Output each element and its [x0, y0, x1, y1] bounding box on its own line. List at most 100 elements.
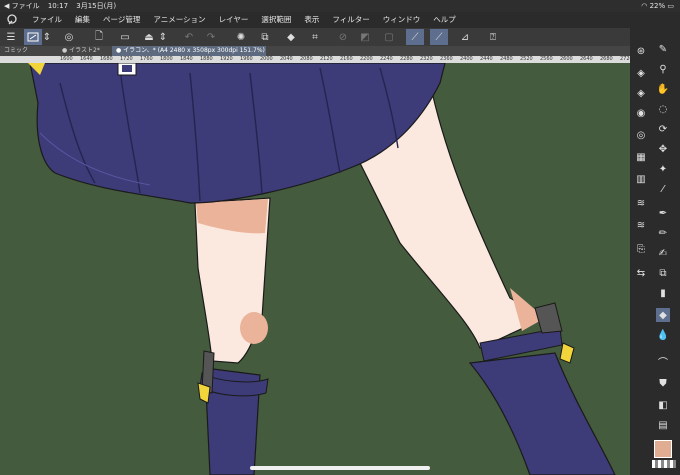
canvas-icon[interactable]	[24, 29, 42, 45]
gradient-icon[interactable]: ◧	[656, 398, 670, 412]
document-tab-bar: コミック ● イラスト2* ● イラコン、* (A4 2480 x 3508px…	[0, 46, 630, 56]
ruler-tick: 2680	[600, 56, 613, 62]
airbrush-icon[interactable]: ⧉	[656, 266, 670, 280]
ruler-tick: 2360	[440, 56, 453, 62]
navigator-icon[interactable]: ◉	[634, 106, 648, 120]
drawing-canvas[interactable]	[0, 63, 630, 475]
palette-icon[interactable]: ▦	[634, 150, 648, 164]
rotate-icon[interactable]: ⟳	[656, 122, 670, 136]
app-logo-icon[interactable]	[6, 14, 18, 26]
ruler-tick: 2200	[360, 56, 373, 62]
ruler-tick: 2000	[260, 56, 273, 62]
pen-quick-icon[interactable]: ✎	[656, 42, 670, 56]
crop-icon[interactable]: ⌗	[306, 29, 324, 45]
hand-icon[interactable]: ✋	[656, 82, 670, 96]
settings-icon[interactable]: ◎	[60, 29, 78, 45]
pencil-icon[interactable]: ✏	[656, 226, 670, 240]
copy-icon[interactable]: ⧉	[256, 29, 274, 45]
magic-wand-icon[interactable]: ✦	[656, 162, 670, 176]
ruler-tick: 2720	[620, 56, 630, 62]
back-to-files-link[interactable]: ◀ ファイル	[4, 2, 40, 10]
history-icon[interactable]: ⎘	[634, 242, 648, 256]
ruler-tick: 2480	[500, 56, 513, 62]
transparent-color-swatch[interactable]	[652, 460, 676, 468]
menu-file[interactable]: ファイル	[32, 12, 62, 28]
command-bar: ☰ ⇕ ◎ 🗋 ▭ ⏏ ⇕ ↶ ↷ ✺ ⧉ ◆ ⌗ ⊘ ◩ ▢ ⟋ ⟋ ⊿ ⍰	[0, 28, 630, 46]
new-file-icon[interactable]: 🗋	[90, 29, 108, 45]
bucket-icon[interactable]: ⛊	[656, 376, 670, 390]
battery-icon: ▭	[667, 2, 674, 10]
ruler-tick: 1640	[80, 56, 93, 62]
eraser-icon[interactable]: ▮	[656, 286, 670, 300]
menu-view[interactable]: 表示	[304, 12, 319, 28]
ruler-tick: 2400	[460, 56, 473, 62]
layer-clip-icon[interactable]: ◈	[634, 66, 648, 80]
menu-layer[interactable]: レイヤー	[219, 12, 249, 28]
move-icon[interactable]: ✥	[656, 142, 670, 156]
ruler-tick: 1800	[160, 56, 173, 62]
fill-icon[interactable]: ◆	[282, 29, 300, 45]
menu-animation[interactable]: アニメーション	[153, 12, 205, 28]
menu-page[interactable]: ページ管理	[103, 12, 140, 28]
search-icon[interactable]: ⚲	[656, 62, 670, 76]
ruler-tick: 1960	[240, 56, 253, 62]
undo-icon[interactable]: ↶	[180, 29, 198, 45]
ruler-tick: 2520	[520, 56, 533, 62]
tab-label: ● イラスト2*	[62, 47, 100, 54]
deselect-icon[interactable]: ⊘	[334, 29, 352, 45]
eyedropper-icon[interactable]: ⁄	[656, 182, 670, 196]
ruler-icon[interactable]: ⊿	[456, 29, 474, 45]
tab-comic[interactable]: コミック	[0, 46, 58, 56]
select-icon[interactable]: ▢	[380, 29, 398, 45]
layer-icon[interactable]: ◈	[634, 86, 648, 100]
brush-icon[interactable]: ✍	[656, 246, 670, 260]
pen-toggle-active-icon[interactable]: ⟋	[430, 29, 448, 45]
frame-icon[interactable]: ▤	[656, 418, 670, 432]
eraser-active-icon[interactable]: ◆	[656, 308, 670, 322]
ruler-tick: 2320	[420, 56, 433, 62]
save-icon[interactable]: ⏏	[140, 29, 158, 45]
pen-icon[interactable]: ✒	[656, 206, 670, 220]
wifi-icon: ◠	[641, 2, 648, 10]
ruler-tick: 1720	[120, 56, 133, 62]
menu-help[interactable]: ヘルプ	[433, 12, 456, 28]
help-icon[interactable]: ⍰	[484, 29, 502, 45]
ruler-tick: 1880	[200, 56, 213, 62]
lasso-icon[interactable]: ◌	[656, 102, 670, 116]
blend-icon[interactable]: 💧	[656, 328, 670, 342]
tool-palette: ⊛ ◈ ◈ ◉ ◎ ▦ ▥ ≋ ≋ ⎘ ⇆ ✎ ⚲ ✋ ◌ ⟳ ✥ ✦ ⁄ ✒ …	[630, 28, 680, 475]
ruler-tick: 2160	[340, 56, 353, 62]
tab-illust2[interactable]: ● イラスト2*	[58, 46, 112, 56]
quick-access-icon[interactable]: ⊛	[634, 44, 648, 58]
pen-toggle-icon[interactable]: ⟋	[406, 29, 424, 45]
open-folder-icon[interactable]: ▭	[116, 29, 134, 45]
ruler-tick: 2120	[320, 56, 333, 62]
loading-icon[interactable]: ✺	[232, 29, 250, 45]
menu-icon[interactable]: ☰	[2, 29, 20, 45]
main-color-swatch[interactable]	[654, 440, 672, 458]
color-wheel-icon[interactable]: ◎	[634, 128, 648, 142]
chevron-updown-icon[interactable]: ⇕	[158, 29, 168, 45]
invert-icon[interactable]: ◩	[356, 29, 374, 45]
sub-view-icon[interactable]: ⇆	[634, 266, 648, 280]
status-time: 10:17	[47, 2, 69, 10]
tab-illucon[interactable]: ● イラコン、* (A4 2480 x 3508px 300dpi 151.7%…	[112, 46, 266, 56]
menu-selection[interactable]: 選択範囲	[261, 12, 291, 28]
menu-edit[interactable]: 編集	[75, 12, 90, 28]
home-indicator[interactable]	[250, 466, 430, 470]
tab-label: コミック	[4, 47, 29, 54]
status-date: 3月15日(月)	[76, 2, 117, 10]
ruler-tick: 2600	[560, 56, 573, 62]
menu-bar: ファイル 編集 ページ管理 アニメーション レイヤー 選択範囲 表示 フィルター…	[0, 12, 680, 28]
ruler-tick: 1840	[180, 56, 193, 62]
chevron-updown-icon[interactable]: ⇕	[42, 29, 52, 45]
battery-percent: 22%	[649, 2, 666, 10]
curve-icon[interactable]: ⌒	[656, 354, 670, 369]
menu-window[interactable]: ウィンドウ	[383, 12, 421, 28]
redo-icon[interactable]: ↷	[202, 29, 220, 45]
material-icon[interactable]: ▥	[634, 172, 648, 186]
layer-property-icon[interactable]: ≋	[634, 218, 648, 232]
menu-filter[interactable]: フィルター	[332, 12, 369, 28]
tab-label: ● イラコン、* (A4 2480 x 3508px 300dpi 151.7%…	[116, 47, 265, 54]
layers-stack-icon[interactable]: ≋	[634, 196, 648, 210]
